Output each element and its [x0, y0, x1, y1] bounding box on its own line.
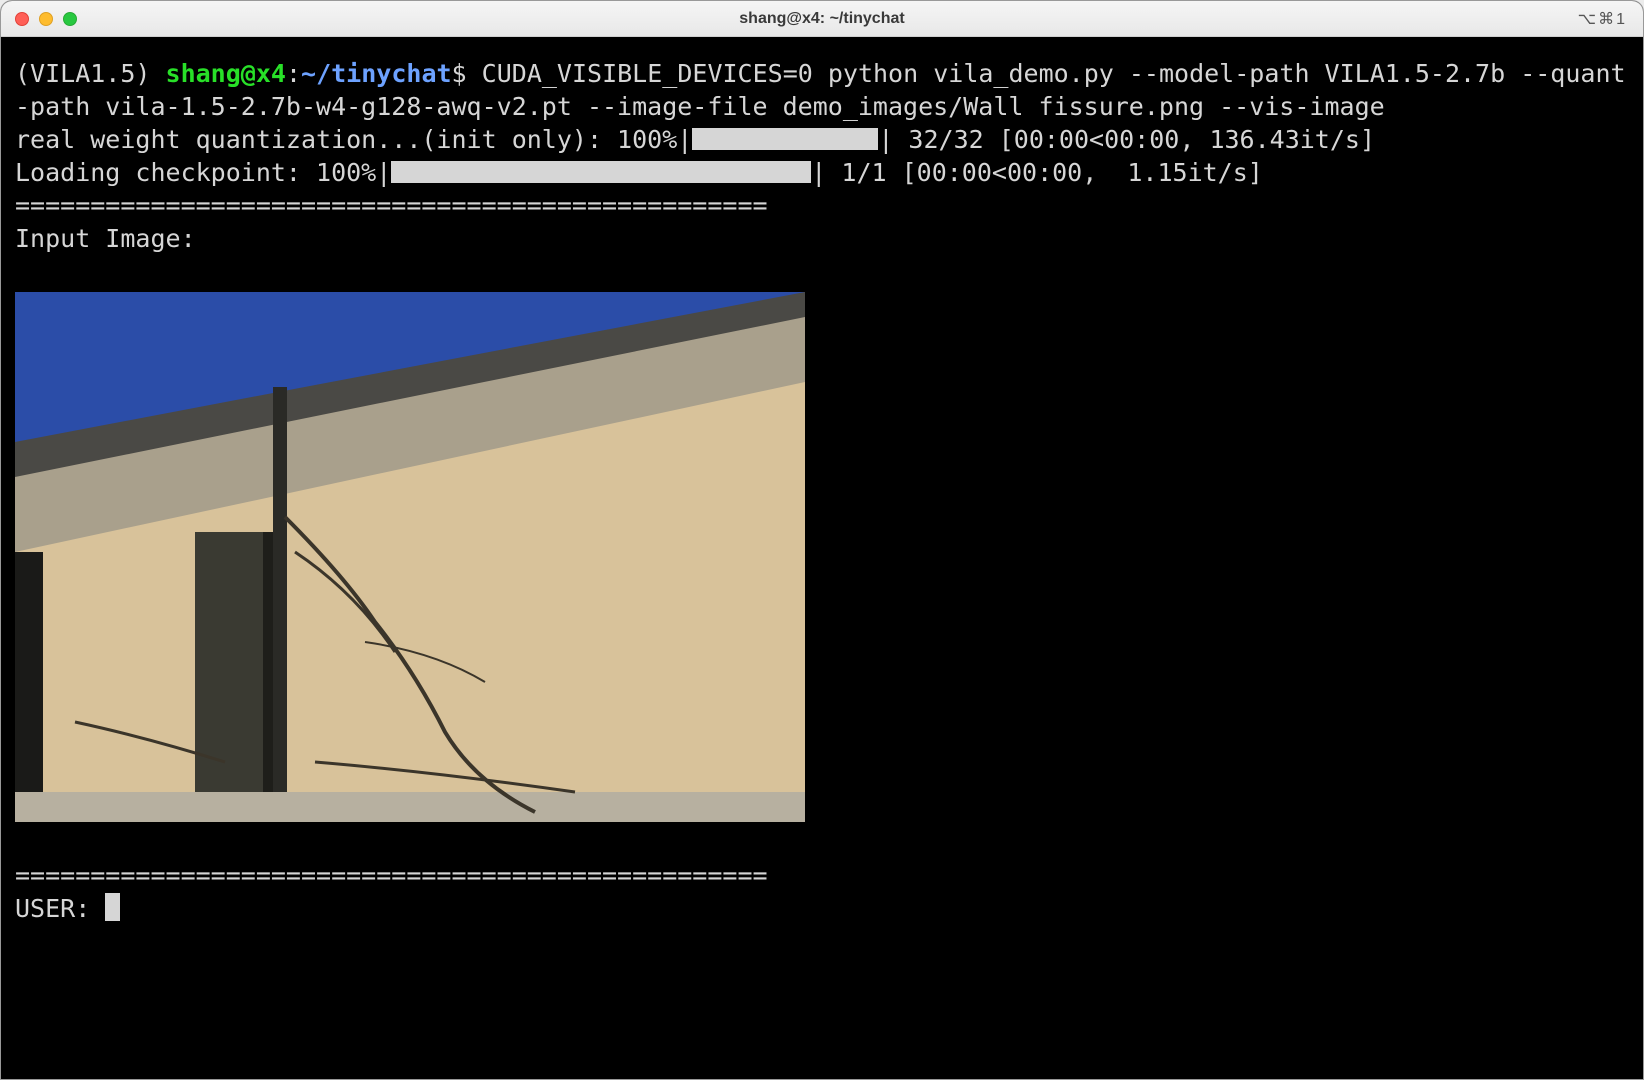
- prompt-user: shang: [166, 59, 241, 88]
- separator-line-2: ========================================…: [15, 861, 768, 890]
- titlebar: shang@x4: ~/tinychat ⌥⌘1: [1, 1, 1643, 37]
- maximize-icon[interactable]: [63, 12, 77, 26]
- progress-line-1-left: real weight quantization...(init only): …: [15, 125, 692, 154]
- progress-line-1-right: | 32/32 [00:00<00:00, 136.43it/s]: [878, 125, 1375, 154]
- input-image-label: Input Image:: [15, 224, 196, 253]
- prompt-host: x4: [256, 59, 286, 88]
- input-image-preview: [15, 259, 1633, 855]
- wall-crack-image: [15, 292, 805, 822]
- minimize-icon[interactable]: [39, 12, 53, 26]
- venv-label: (VILA1.5): [15, 59, 150, 88]
- separator-line: ========================================…: [15, 191, 768, 220]
- terminal-body[interactable]: (VILA1.5) shang@x4:~/tinychat$ CUDA_VISI…: [1, 37, 1643, 1079]
- terminal-window: shang@x4: ~/tinychat ⌥⌘1 (VILA1.5) shang…: [0, 0, 1644, 1080]
- progress-line-2-right: | 1/1 [00:00<00:00, 1.15it/s]: [811, 158, 1263, 187]
- prompt-at: @: [241, 59, 256, 88]
- cursor-icon: [105, 893, 120, 921]
- prompt-path: ~/tinychat: [301, 59, 452, 88]
- user-prompt-label: USER:: [15, 894, 105, 923]
- window-shortcut-label: ⌥⌘1: [1578, 9, 1627, 29]
- window-title: shang@x4: ~/tinychat: [1, 10, 1643, 28]
- progress-line-2-left: Loading checkpoint: 100%|: [15, 158, 391, 187]
- progress-bar-2: [391, 161, 811, 183]
- close-icon[interactable]: [15, 12, 29, 26]
- traffic-lights: [15, 12, 77, 26]
- prompt-colon: :: [286, 59, 301, 88]
- progress-bar-1: [692, 128, 878, 150]
- prompt-dollar: $: [452, 59, 467, 88]
